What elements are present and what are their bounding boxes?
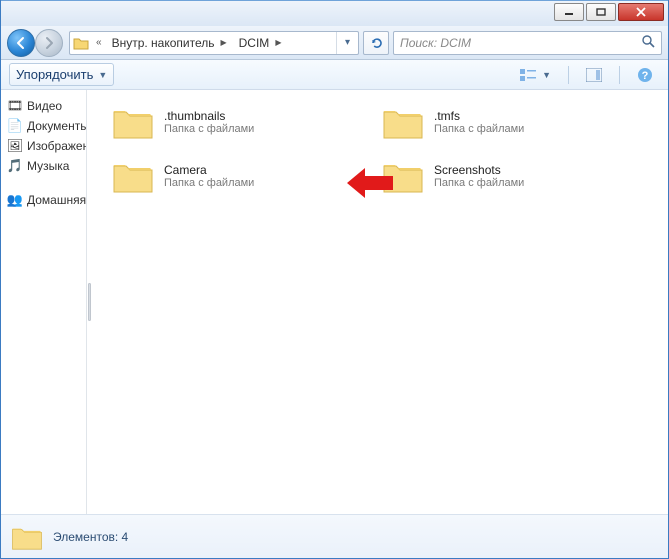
folder-icon: [70, 32, 92, 54]
sidebar-item-videos[interactable]: 🎞 Видео: [7, 96, 86, 116]
folder-item[interactable]: .tmfs Папка с файлами: [382, 104, 612, 140]
chevron-right-icon[interactable]: ▶: [220, 38, 226, 47]
pictures-icon: 🖼: [7, 138, 23, 154]
status-bar: Элементов: 4: [1, 514, 668, 558]
sidebar-item-documents[interactable]: 📄 Документы: [7, 116, 86, 136]
folder-name: Screenshots: [434, 163, 524, 177]
change-view-button[interactable]: ▼: [513, 65, 558, 85]
music-icon: 🎵: [7, 158, 23, 174]
folder-name: Camera: [164, 163, 254, 177]
body: 🎞 Видео 📄 Документы 🖼 Изображения 🎵 Музы…: [1, 90, 668, 514]
close-button[interactable]: [618, 3, 664, 21]
sidebar-item-label: Видео: [27, 99, 62, 113]
red-arrow-icon: [347, 168, 393, 198]
chevron-down-icon: ▼: [98, 70, 107, 80]
help-icon: ?: [637, 67, 653, 83]
folder-name: .thumbnails: [164, 109, 254, 123]
back-button[interactable]: [7, 29, 35, 57]
folder-icon: [382, 104, 424, 140]
chevron-right-icon[interactable]: ▶: [275, 38, 281, 47]
breadcrumb-seg-2[interactable]: DCIM ▶: [233, 32, 288, 54]
folder-desc: Папка с файлами: [164, 177, 254, 189]
folder-icon: [11, 523, 43, 551]
minimize-button[interactable]: [554, 3, 584, 21]
explorer-window: « Внутр. накопитель ▶ DCIM ▶ ▾ Поиск: DC…: [0, 0, 669, 559]
sidebar-item-music[interactable]: 🎵 Музыка: [7, 156, 86, 176]
titlebar: [1, 0, 668, 26]
folder-icon: [112, 158, 154, 194]
folder-item[interactable]: .thumbnails Папка с файлами: [112, 104, 342, 140]
sidebar-item-label: Домашняя группа: [27, 193, 87, 207]
preview-pane-button[interactable]: [579, 65, 609, 85]
svg-text:?: ?: [642, 70, 649, 82]
separator: [568, 66, 569, 84]
breadcrumb-label: DCIM: [239, 36, 270, 50]
grip-icon: [88, 283, 91, 321]
folder-icon: [112, 104, 154, 140]
sidebar-item-label: Изображения: [27, 139, 87, 153]
help-button[interactable]: ?: [630, 64, 660, 86]
chevron-down-icon: ▼: [542, 70, 551, 80]
folder-desc: Папка с файлами: [434, 177, 524, 189]
address-dropdown-button[interactable]: ▾: [336, 32, 358, 54]
video-icon: 🎞: [7, 98, 23, 114]
breadcrumb-seg-1[interactable]: Внутр. накопитель ▶: [106, 32, 233, 54]
preview-pane-icon: [586, 68, 602, 82]
maximize-button[interactable]: [586, 3, 616, 21]
search-icon: [641, 34, 655, 51]
content-pane[interactable]: .thumbnails Папка с файлами .tmfs Папка …: [92, 90, 668, 514]
sidebar-item-label: Музыка: [27, 159, 69, 173]
homegroup-icon: 👥: [7, 192, 23, 208]
folder-desc: Папка с файлами: [434, 123, 524, 135]
search-placeholder: Поиск: DCIM: [400, 36, 471, 50]
folder-item[interactable]: Camera Папка с файлами: [112, 158, 342, 194]
views-icon: [520, 68, 538, 82]
annotation-arrow: [347, 168, 393, 203]
folder-item[interactable]: Screenshots Папка с файлами: [382, 158, 612, 194]
organize-button[interactable]: Упорядочить ▼: [9, 63, 114, 86]
address-bar: « Внутр. накопитель ▶ DCIM ▶ ▾ Поиск: DC…: [1, 26, 668, 60]
organize-label: Упорядочить: [16, 67, 93, 82]
toolbar: Упорядочить ▼ ▼ ?: [1, 60, 668, 90]
nav-buttons: [7, 29, 65, 57]
breadcrumb-label: Внутр. накопитель: [112, 36, 215, 50]
navigation-pane[interactable]: 🎞 Видео 📄 Документы 🖼 Изображения 🎵 Музы…: [1, 90, 87, 514]
overflow-chevron-icon[interactable]: «: [92, 37, 106, 48]
status-text: Элементов: 4: [53, 530, 128, 544]
sidebar-item-pictures[interactable]: 🖼 Изображения: [7, 136, 86, 156]
forward-button[interactable]: [35, 29, 63, 57]
folder-name: .tmfs: [434, 109, 524, 123]
folder-desc: Папка с файлами: [164, 123, 254, 135]
sidebar-item-homegroup[interactable]: 👥 Домашняя группа: [7, 190, 86, 210]
sidebar-item-label: Документы: [27, 119, 87, 133]
search-input[interactable]: Поиск: DCIM: [393, 31, 662, 55]
refresh-button[interactable]: [363, 31, 389, 55]
breadcrumb[interactable]: « Внутр. накопитель ▶ DCIM ▶ ▾: [69, 31, 359, 55]
separator: [619, 66, 620, 84]
document-icon: 📄: [7, 118, 23, 134]
